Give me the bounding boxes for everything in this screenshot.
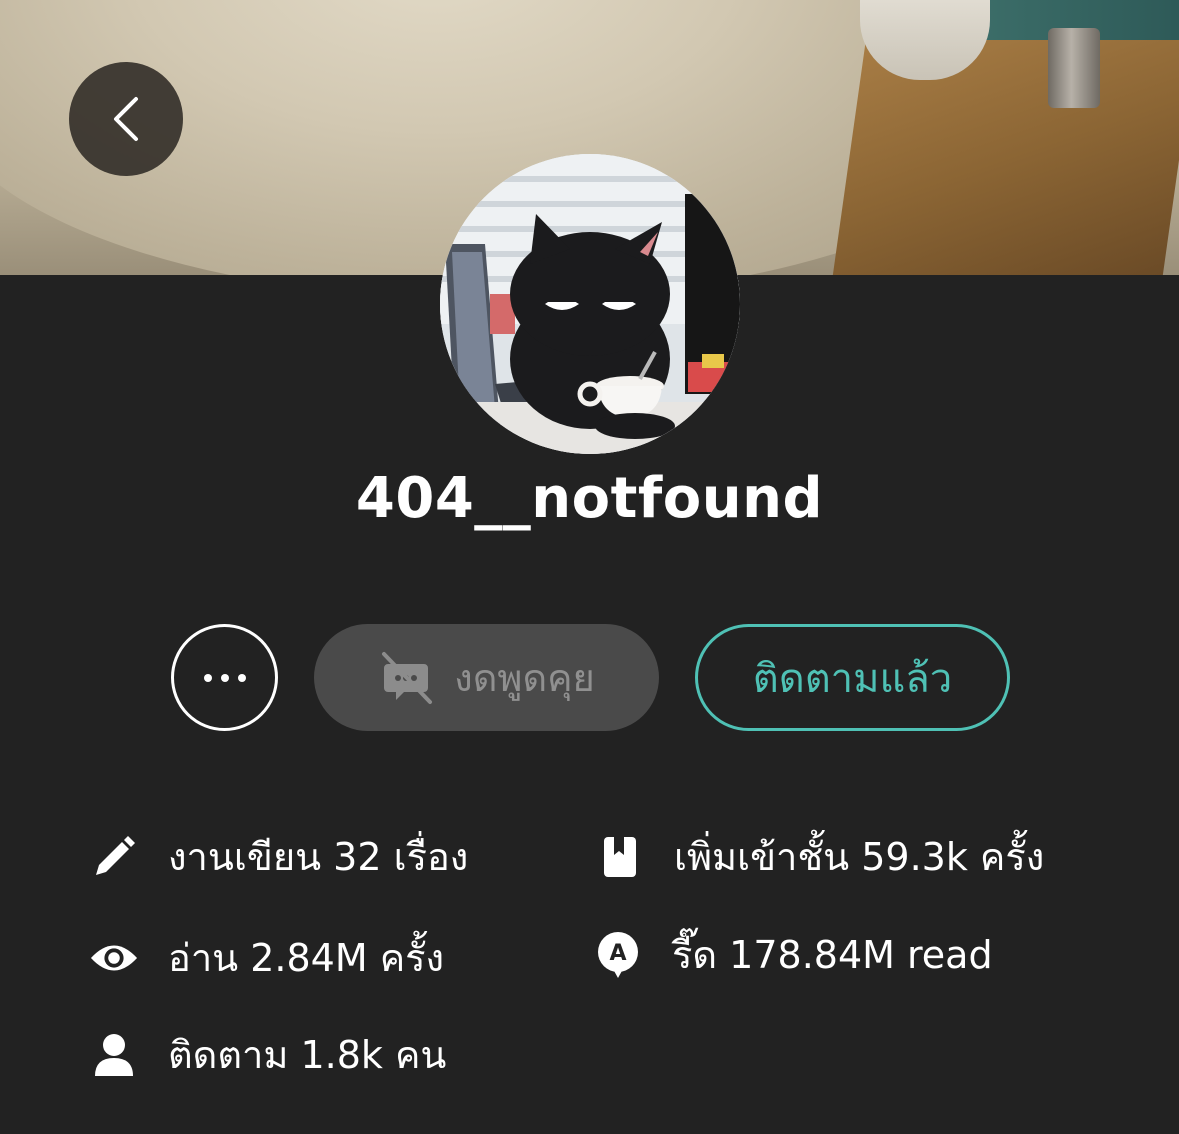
- stat-works-text: งานเขียน 32 เรื่อง: [168, 835, 469, 879]
- stat-read-alt: A รี๊ด 178.84M read: [594, 924, 993, 985]
- following-button[interactable]: ติดตามแล้ว: [695, 624, 1010, 731]
- follow-button-label: ติดตามแล้ว: [752, 655, 953, 702]
- read-badge-icon: A: [594, 931, 642, 979]
- profile-page: 404__notfound งดพูดคุย ติดตามแล้ว งานเขี…: [0, 0, 1179, 1134]
- stat-shelf-adds: เพิ่มเข้าชั้น 59.3k ครั้ง: [596, 826, 1044, 887]
- stat-works: งานเขียน 32 เรื่อง: [90, 826, 468, 887]
- back-button[interactable]: [69, 62, 183, 176]
- stat-shelf-adds-text: เพิ่มเข้าชั้น 59.3k ครั้ง: [674, 835, 1045, 879]
- person-icon: [90, 1031, 138, 1079]
- svg-text:A: A: [609, 941, 626, 966]
- stat-followers-text: ติดตาม 1.8k คน: [168, 1033, 447, 1077]
- eye-icon: [90, 934, 138, 982]
- avatar-image: [440, 154, 740, 454]
- pencil-icon: [90, 833, 138, 881]
- more-dot: [220, 673, 229, 682]
- avatar[interactable]: [440, 154, 740, 454]
- stat-reads: อ่าน 2.84M ครั้ง: [90, 927, 444, 988]
- more-options-button[interactable]: [171, 624, 278, 731]
- stat-reads-text: อ่าน 2.84M ครั้ง: [168, 936, 445, 980]
- username: 404__notfound: [355, 466, 824, 531]
- stat-read-alt-text: รี๊ด 178.84M read: [672, 933, 993, 977]
- more-dots-icon: [203, 673, 212, 682]
- chevron-left-icon: [114, 97, 138, 141]
- chat-off-icon: [382, 651, 433, 704]
- bookmark-icon: [596, 833, 644, 881]
- chat-disabled-button[interactable]: งดพูดคุย: [314, 624, 659, 731]
- more-dot: [237, 673, 246, 682]
- chat-button-label: งดพูดคุย: [454, 656, 595, 700]
- stat-followers: ติดตาม 1.8k คน: [90, 1024, 446, 1085]
